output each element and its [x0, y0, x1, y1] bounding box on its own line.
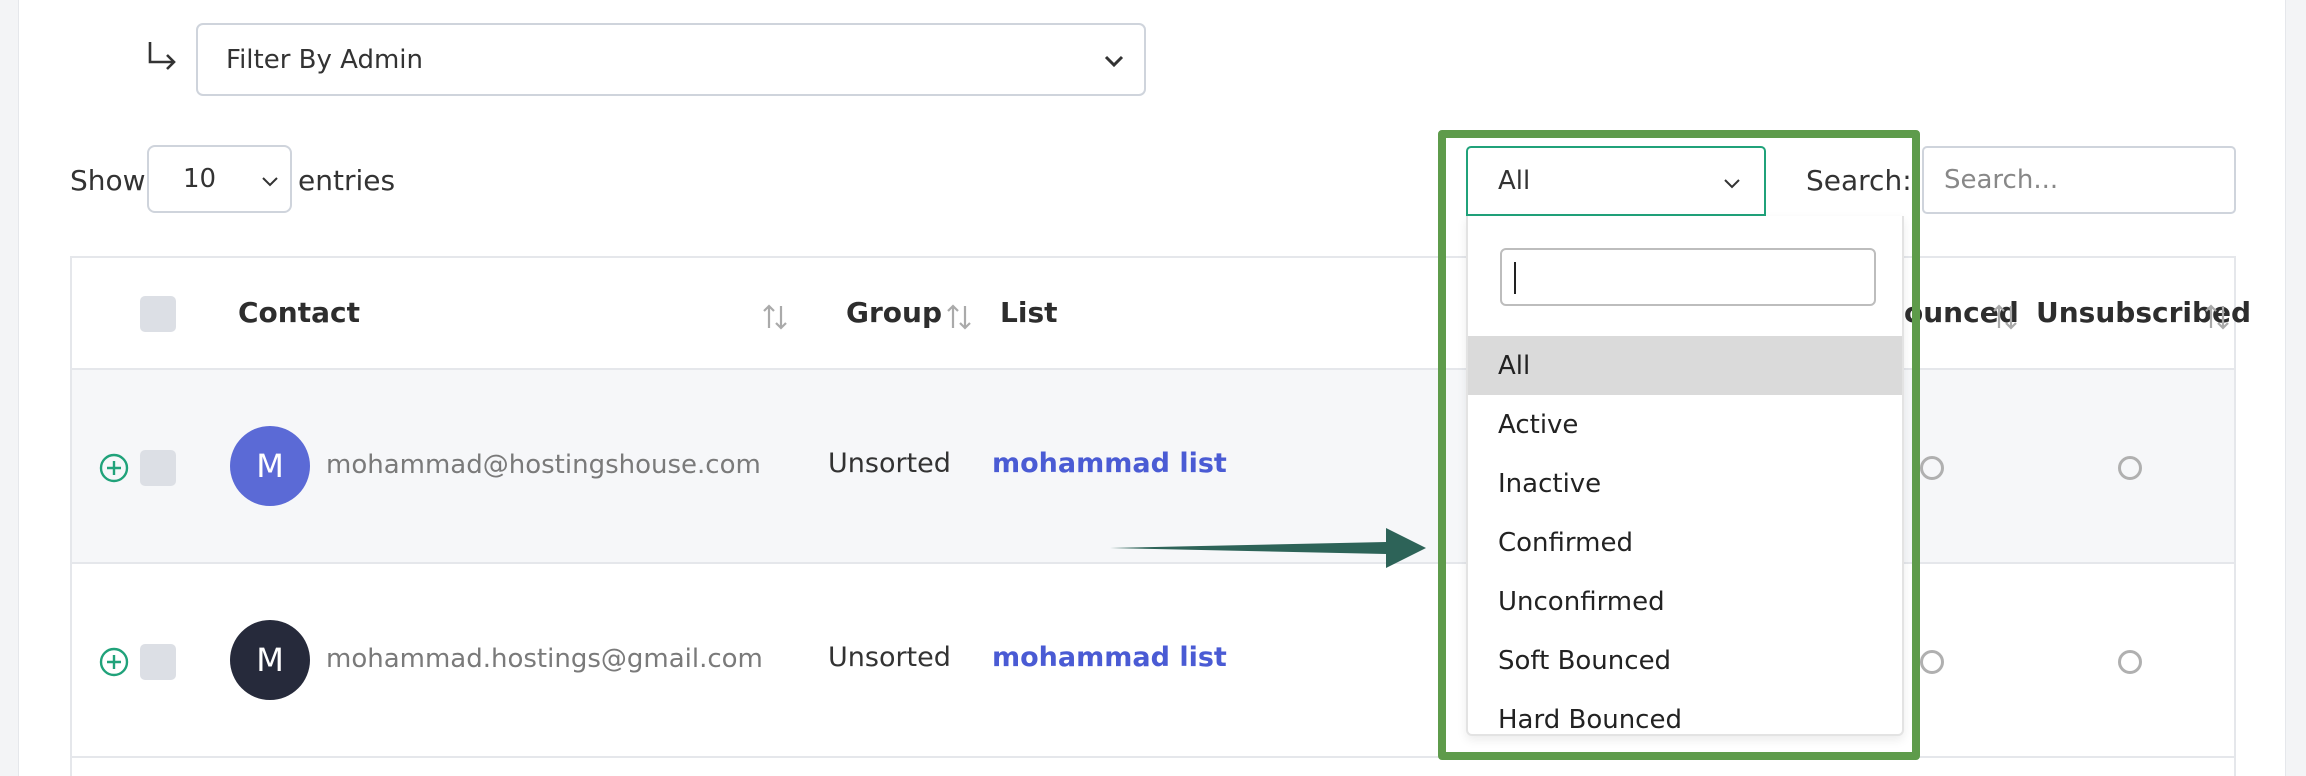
- table-header: Contact Group List ounced Unsubscribed: [72, 258, 2251, 370]
- group-value: Unsorted: [828, 642, 951, 673]
- status-option-hard-bounced[interactable]: Hard Bounced: [1468, 690, 1902, 735]
- status-filter-select[interactable]: All: [1466, 146, 1766, 216]
- show-label: Show: [70, 164, 146, 197]
- avatar: M: [230, 426, 310, 506]
- column-header-group[interactable]: Group: [846, 296, 942, 329]
- annotation-arrow-icon: [1110, 528, 1426, 568]
- status-option-active[interactable]: Active: [1468, 395, 1902, 454]
- expand-plus-icon[interactable]: [98, 452, 130, 484]
- entries-per-page-select[interactable]: 10: [147, 145, 292, 213]
- table-row[interactable]: M mohammad.hostings@gmail.com Unsorted m…: [72, 564, 2234, 758]
- text-caret: [1514, 262, 1516, 294]
- status-option-soft-bounced[interactable]: Soft Bounced: [1468, 631, 1902, 690]
- group-value: Unsorted: [828, 448, 951, 479]
- avatar: M: [230, 620, 310, 700]
- status-option-all[interactable]: All: [1468, 336, 1902, 395]
- chevron-down-icon: [1724, 179, 1740, 189]
- column-header-contact[interactable]: Contact: [238, 296, 360, 329]
- filter-by-admin-select[interactable]: Filter By Admin: [196, 23, 1146, 96]
- search-input[interactable]: [1922, 146, 2236, 214]
- sort-icon[interactable]: [2202, 302, 2232, 332]
- list-link[interactable]: mohammad list: [992, 642, 1227, 673]
- unsubscribed-status-indicator: [2118, 650, 2142, 674]
- status-option-confirmed[interactable]: Confirmed: [1468, 513, 1902, 572]
- subdirectory-arrow-icon: [148, 42, 176, 70]
- chevron-down-icon: [1104, 55, 1124, 68]
- sort-icon[interactable]: [1990, 302, 2020, 332]
- expand-plus-icon[interactable]: [98, 646, 130, 678]
- unsubscribed-status-indicator: [2118, 456, 2142, 480]
- contact-email[interactable]: mohammad.hostings@gmail.com: [326, 644, 763, 674]
- status-filter-dropdown: All Active Inactive Confirmed Unconfirme…: [1466, 216, 1904, 736]
- bounced-status-indicator: [1920, 456, 1944, 480]
- row-checkbox[interactable]: [140, 450, 176, 486]
- list-link[interactable]: mohammad list: [992, 448, 1227, 479]
- status-option-unconfirmed[interactable]: Unconfirmed: [1468, 572, 1902, 631]
- select-all-checkbox[interactable]: [140, 296, 176, 332]
- entries-label: entries: [298, 164, 396, 197]
- contacts-table: Contact Group List ounced Unsubscribed M…: [70, 256, 2251, 776]
- contact-email[interactable]: mohammad@hostingshouse.com: [326, 450, 761, 480]
- entries-per-page-value: 10: [183, 164, 217, 194]
- status-filter-selected: All: [1498, 166, 1531, 196]
- status-option-inactive[interactable]: Inactive: [1468, 454, 1902, 513]
- sort-icon[interactable]: [760, 302, 790, 332]
- row-checkbox[interactable]: [140, 644, 176, 680]
- column-header-list[interactable]: List: [1000, 296, 1058, 329]
- filter-by-admin-label: Filter By Admin: [226, 44, 424, 75]
- bounced-status-indicator: [1920, 650, 1944, 674]
- dropdown-search-input[interactable]: [1500, 248, 1876, 306]
- sort-icon[interactable]: [944, 302, 974, 332]
- search-label: Search:: [1806, 164, 1912, 197]
- chevron-down-icon: [262, 177, 278, 187]
